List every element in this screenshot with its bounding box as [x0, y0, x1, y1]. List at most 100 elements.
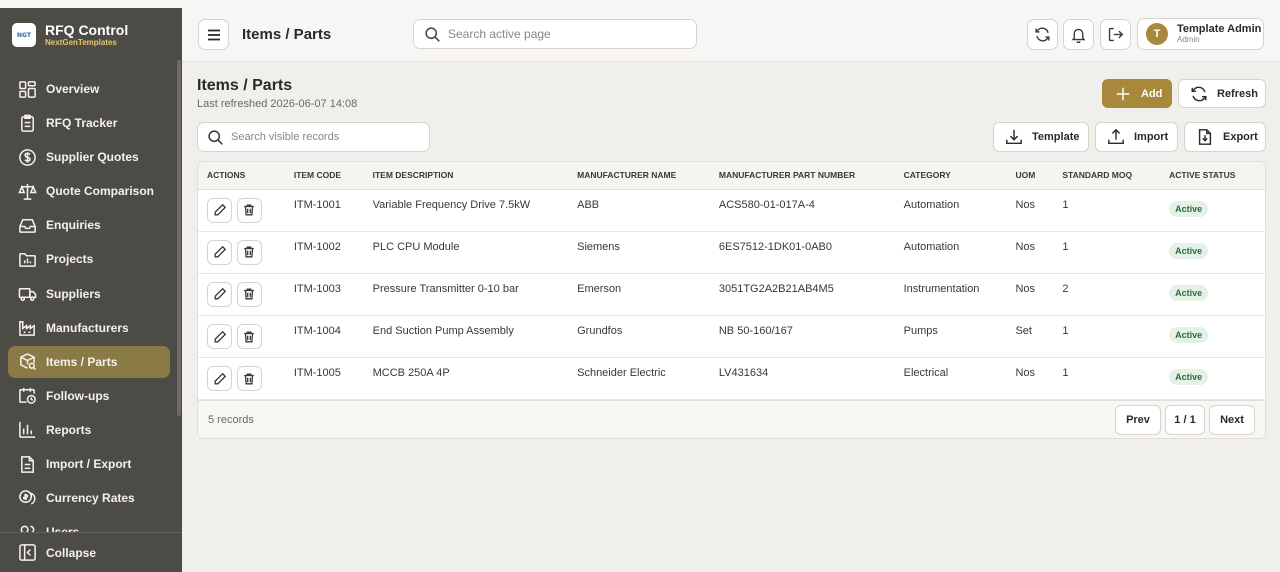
sidebar-item-label: Supplier Quotes — [46, 150, 139, 165]
cell-manufacturer-part-number: 6ES7512-1DK01-0AB0 — [718, 240, 832, 253]
sync-button[interactable] — [1027, 19, 1058, 50]
sidebar-item-label: Items / Parts — [46, 354, 118, 369]
trash-icon — [244, 288, 254, 300]
column-header-item-description[interactable]: Item Description — [372, 162, 578, 190]
brand-subtitle: NextGenTemplates — [45, 38, 117, 47]
sidebar-item-import-export[interactable]: Import / Export — [8, 448, 170, 480]
sidebar-item-suppliers[interactable]: Suppliers — [8, 278, 170, 310]
sidebar-item-projects[interactable]: Projects — [8, 243, 170, 275]
sidebar-item-enquiries[interactable]: Enquiries — [8, 209, 170, 241]
column-header-category[interactable]: Category — [903, 162, 1016, 190]
table-row[interactable]: ITM-1002 PLC CPU Module Siemens 6ES7512-… — [198, 231, 1265, 274]
sidebar-item-supplier-quotes[interactable]: Supplier Quotes — [8, 141, 170, 173]
add-button[interactable]: Add — [1102, 79, 1172, 108]
export-button[interactable]: Export — [1184, 122, 1266, 152]
prev-page-button[interactable]: Prev — [1115, 405, 1161, 435]
sidebar-item-label: Reports — [46, 422, 92, 437]
export-button-label: Export — [1223, 131, 1258, 143]
status-badge: Active — [1169, 284, 1209, 301]
cell-category: Instrumentation — [903, 282, 980, 295]
delete-button[interactable] — [236, 239, 262, 265]
table-row[interactable]: ITM-1003 Pressure Transmitter 0-10 bar E… — [198, 273, 1265, 316]
table-row[interactable]: ITM-1004 End Suction Pump Assembly Grund… — [198, 316, 1265, 358]
cell-standard-moq: 2 — [1062, 282, 1069, 295]
column-header-item-code[interactable]: Item Code — [293, 162, 373, 190]
page-search-input[interactable] — [448, 27, 668, 41]
sidebar-item-label: Enquiries — [46, 218, 101, 233]
sidebar-item-reports[interactable]: Reports — [8, 414, 170, 446]
sidebar-item-currency-rates[interactable]: Currency Rates — [8, 482, 170, 514]
sidebar-item-quote-comparison[interactable]: Quote Comparison — [8, 175, 170, 207]
edit-button[interactable] — [207, 239, 232, 265]
column-header-manufacturer-part-number[interactable]: Manufacturer Part Number — [718, 162, 904, 190]
pencil-icon — [214, 288, 226, 300]
pencil-icon — [214, 246, 226, 258]
cell-manufacturer-name: Emerson — [577, 282, 622, 295]
delete-button[interactable] — [236, 281, 262, 307]
last-refreshed-text: Last refreshed 2026-06-07 14:08 — [197, 98, 358, 110]
cell-item-description: Variable Frequency Drive 7.5kW — [372, 198, 531, 211]
cell-item-description: Pressure Transmitter 0-10 bar — [372, 282, 519, 295]
records-search-input[interactable] — [231, 131, 421, 143]
calendar-clock-icon — [19, 388, 36, 405]
cell-manufacturer-name: Schneider Electric — [577, 367, 666, 380]
notifications-button[interactable] — [1063, 19, 1094, 50]
sidebar-nav: Overview RFQ Tracker Supplier Quotes Quo… — [0, 73, 178, 550]
folder-chart-icon — [19, 253, 36, 267]
delete-button[interactable] — [236, 324, 262, 350]
inbox-icon — [19, 218, 36, 233]
sidebar-item-overview[interactable]: Overview — [8, 73, 170, 105]
hamburger-icon — [207, 29, 220, 40]
next-page-button[interactable]: Next — [1209, 405, 1255, 435]
brand-logo-text: NGT — [17, 31, 31, 39]
column-header-uom[interactable]: UOM — [1015, 162, 1063, 190]
sidebar-item-label: Follow-ups — [46, 388, 110, 403]
template-button[interactable]: Template — [993, 122, 1089, 152]
brand[interactable]: NGT RFQ Control NextGenTemplates — [12, 20, 128, 50]
edit-button[interactable] — [207, 324, 232, 350]
edit-button[interactable] — [207, 366, 232, 392]
edit-button[interactable] — [207, 281, 232, 307]
avatar: T — [1146, 23, 1168, 45]
brand-logo: NGT — [12, 23, 36, 47]
records-search-box[interactable] — [197, 122, 430, 152]
menu-toggle-button[interactable] — [198, 19, 229, 50]
status-badge: Active — [1169, 242, 1209, 259]
cell-item-description: End Suction Pump Assembly — [372, 325, 514, 338]
logout-icon — [1108, 27, 1124, 42]
collapse-button[interactable]: Collapse — [0, 532, 182, 572]
sidebar-item-label: Currency Rates — [46, 491, 135, 506]
coins-icon — [19, 489, 36, 505]
search-icon — [208, 129, 223, 145]
delete-button[interactable] — [236, 366, 262, 392]
page-search-box[interactable] — [413, 19, 697, 49]
status-badge: Active — [1169, 369, 1209, 386]
column-header-standard-moq[interactable]: Standard MOQ — [1062, 162, 1170, 190]
user-menu[interactable]: T Template Admin Admin — [1137, 18, 1264, 50]
trash-icon — [244, 246, 254, 258]
document-icon — [21, 455, 34, 473]
sidebar-item-follow-ups[interactable]: Follow-ups — [8, 380, 170, 412]
sidebar-item-items-parts[interactable]: Items / Parts — [8, 345, 170, 378]
search-icon — [425, 26, 440, 42]
sidebar-item-rfq-tracker[interactable]: RFQ Tracker — [8, 107, 170, 139]
pencil-icon — [214, 372, 226, 385]
logout-button[interactable] — [1100, 19, 1131, 50]
sidebar-item-label: Projects — [46, 252, 94, 267]
refresh-button[interactable]: Refresh — [1178, 79, 1266, 108]
page-title: Items / Parts — [197, 77, 293, 94]
cell-item-description: PLC CPU Module — [372, 240, 460, 253]
cell-manufacturer-part-number: 3051TG2A2B21AB4M5 — [718, 282, 834, 295]
column-header-actions: Actions — [198, 162, 294, 190]
table-row[interactable]: ITM-1005 MCCB 250A 4P Schneider Electric… — [198, 358, 1265, 400]
edit-button[interactable] — [207, 197, 232, 223]
column-header-manufacturer-name[interactable]: Manufacturer Name — [577, 162, 719, 190]
import-button[interactable]: Import — [1095, 122, 1178, 152]
table-row[interactable]: ITM-1001 Variable Frequency Drive 7.5kW … — [198, 189, 1265, 232]
delete-button[interactable] — [236, 197, 262, 223]
pencil-icon — [214, 330, 226, 343]
records-count: 5 records — [208, 414, 254, 426]
column-header-active-status[interactable]: Active Status — [1169, 162, 1265, 190]
sidebar-item-label: Overview — [46, 82, 100, 96]
sidebar-item-manufacturers[interactable]: Manufacturers — [8, 312, 170, 344]
